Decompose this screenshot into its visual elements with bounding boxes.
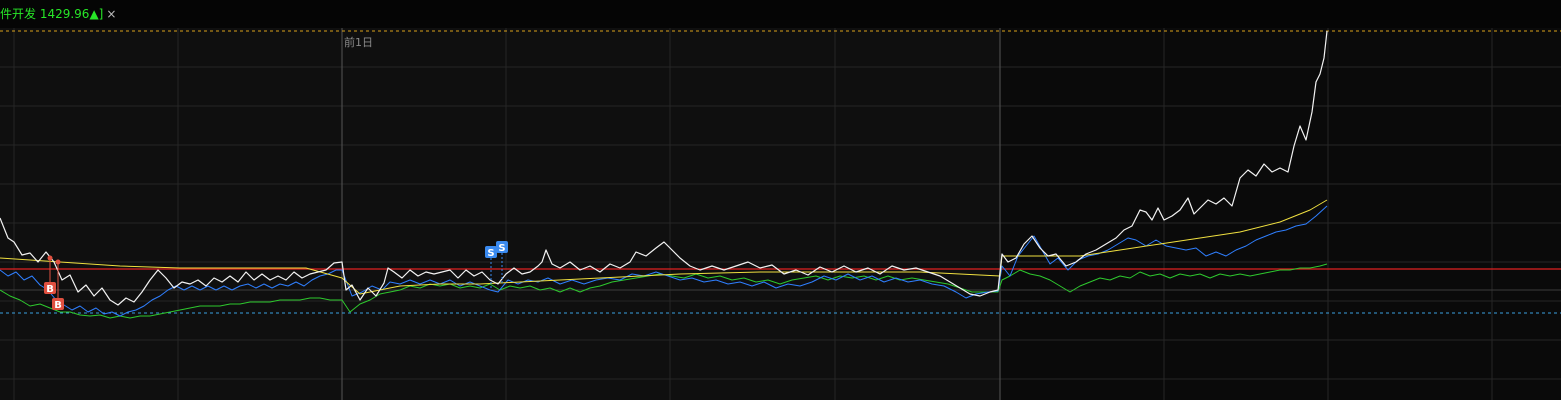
buy-signal-label: B [46, 284, 54, 295]
previous-day-label: 前1日 [344, 36, 373, 49]
buy-signal-dot [55, 259, 61, 265]
current-session-pane [1000, 28, 1561, 400]
intraday-chart[interactable]: BB S S [0, 0, 1561, 400]
sell-signal-label: S [487, 248, 494, 259]
sell-signal-label: S [498, 243, 505, 254]
buy-signal-label: B [54, 300, 62, 311]
buy-signal-dot [47, 255, 53, 261]
